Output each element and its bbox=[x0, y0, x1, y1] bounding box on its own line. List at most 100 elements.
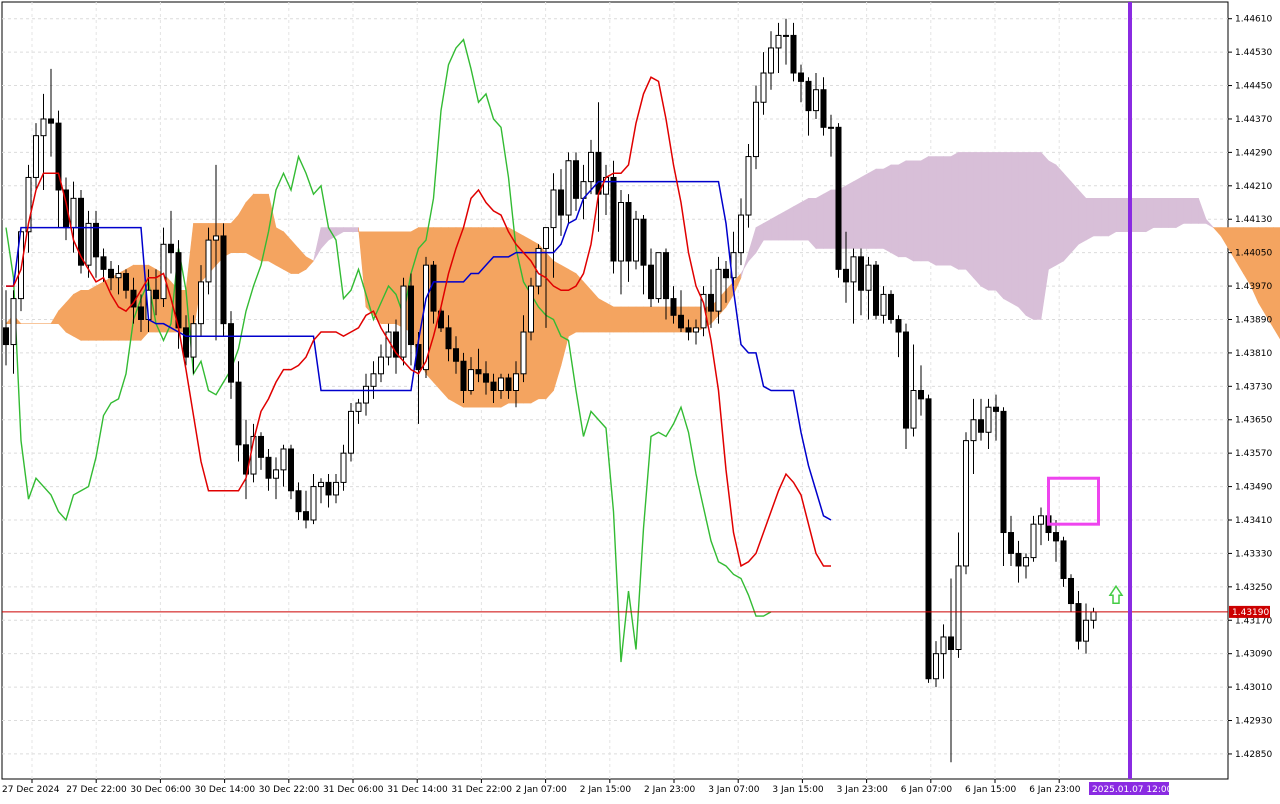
kumo-segment bbox=[921, 157, 929, 261]
candle-body-down bbox=[799, 73, 804, 81]
candle bbox=[889, 290, 894, 323]
candle-body-down bbox=[671, 299, 676, 316]
kumo-segment bbox=[1094, 198, 1102, 236]
candle-body-down bbox=[101, 257, 106, 270]
candle-body-up bbox=[964, 441, 969, 566]
candle-body-up bbox=[851, 257, 856, 282]
candle-body-up bbox=[694, 328, 699, 332]
kumo-segment bbox=[599, 299, 607, 332]
x-tick-label: 6 Jan 23:00 bbox=[1029, 785, 1081, 795]
kumo-segment bbox=[111, 274, 119, 341]
candle-body-down bbox=[649, 265, 654, 298]
candle-body-down bbox=[949, 637, 954, 650]
kumo-segment bbox=[1274, 228, 1280, 341]
x-tick-label: 27 Dec 22:00 bbox=[66, 785, 127, 795]
candle bbox=[634, 211, 639, 269]
candle-body-up bbox=[371, 374, 376, 387]
candle-body-down bbox=[461, 361, 466, 390]
candle-body-down bbox=[431, 265, 436, 311]
kumo-segment bbox=[246, 194, 254, 257]
y-tick-label: 1.42850 bbox=[1235, 750, 1272, 760]
candle-body-up bbox=[379, 357, 384, 374]
kumo-segment bbox=[74, 290, 82, 340]
candle-body-down bbox=[626, 203, 631, 261]
candle-body-down bbox=[409, 286, 414, 344]
candle-body-up bbox=[866, 265, 871, 290]
candle-body-down bbox=[266, 457, 271, 478]
kumo-segment bbox=[89, 286, 97, 340]
kumo-segment bbox=[801, 198, 809, 240]
candle bbox=[746, 144, 751, 228]
kumo-segment bbox=[1116, 198, 1124, 231]
y-tick-label: 1.43890 bbox=[1235, 315, 1272, 325]
candle-body-down bbox=[896, 319, 901, 332]
candle bbox=[529, 278, 534, 341]
candle-body-down bbox=[596, 152, 601, 194]
candle bbox=[926, 395, 931, 683]
y-tick-label: 1.43810 bbox=[1235, 349, 1272, 359]
kumo-segment bbox=[636, 307, 644, 332]
candle-body-down bbox=[574, 161, 579, 199]
kumo-segment bbox=[1011, 152, 1019, 307]
kumo-segment bbox=[771, 215, 779, 240]
kumo-segment bbox=[899, 161, 907, 257]
candle-body-down bbox=[611, 177, 616, 261]
kumo-segment bbox=[809, 198, 817, 248]
candle-body-up bbox=[589, 152, 594, 181]
candle bbox=[221, 223, 226, 336]
kumo-segment bbox=[614, 307, 622, 332]
candle-body-up bbox=[956, 566, 961, 650]
candle-body-up bbox=[529, 286, 534, 332]
candle-body-up bbox=[191, 324, 196, 357]
kumo-segment bbox=[786, 207, 794, 240]
y-tick-label: 1.43250 bbox=[1235, 583, 1272, 593]
kumo-segment bbox=[1056, 165, 1064, 265]
candle-body-up bbox=[341, 453, 346, 482]
kumo-segment bbox=[381, 232, 389, 324]
candle bbox=[836, 123, 841, 278]
candle-body-up bbox=[116, 274, 121, 278]
candle bbox=[349, 403, 354, 461]
candle-body-up bbox=[274, 470, 279, 478]
y-tick-label: 1.43090 bbox=[1235, 650, 1272, 660]
chart-canvas[interactable]: 1.428501.429301.430101.430901.431701.432… bbox=[0, 0, 1280, 800]
candle-body-down bbox=[506, 378, 511, 391]
kumo-segment bbox=[351, 228, 359, 232]
kumo-segment bbox=[951, 152, 959, 269]
candle-body-down bbox=[679, 315, 684, 328]
kumo-segment bbox=[996, 152, 1004, 298]
x-tick-label: 6 Jan 15:00 bbox=[965, 785, 1017, 795]
kumo-segment bbox=[929, 157, 937, 266]
y-tick-label: 1.44050 bbox=[1235, 249, 1272, 259]
candle-body-up bbox=[521, 332, 526, 374]
kumo-segment bbox=[621, 307, 629, 332]
candle-body-up bbox=[536, 248, 541, 286]
kumo-segment bbox=[869, 169, 877, 248]
candle-body-down bbox=[904, 332, 909, 428]
kumo-segment bbox=[846, 182, 854, 249]
kumo-segment bbox=[1071, 182, 1079, 253]
candle-body-down bbox=[446, 328, 451, 349]
candle-body-down bbox=[559, 190, 564, 215]
kumo-segment bbox=[891, 165, 899, 257]
kumo-segment bbox=[876, 169, 884, 248]
kumo-segment bbox=[1191, 198, 1199, 223]
kumo-segment bbox=[1161, 198, 1169, 227]
candle-body-up bbox=[319, 482, 324, 486]
x-tick-label: 3 Jan 23:00 bbox=[837, 785, 889, 795]
candle-body-down bbox=[124, 274, 129, 291]
candle-body-up bbox=[934, 654, 939, 679]
x-tick-label: 3 Jan 15:00 bbox=[772, 785, 824, 795]
candle-body-up bbox=[11, 299, 16, 345]
price-chart[interactable]: 1.428501.429301.430101.430901.431701.432… bbox=[0, 0, 1280, 800]
kumo-segment bbox=[344, 228, 352, 232]
candle-body-up bbox=[1039, 516, 1044, 524]
kumo-segment bbox=[254, 194, 262, 261]
candle-body-up bbox=[776, 35, 781, 48]
y-tick-label: 1.44130 bbox=[1235, 215, 1272, 225]
x-tick-label: 30 Dec 06:00 bbox=[130, 785, 191, 795]
candle-body-up bbox=[986, 407, 991, 432]
candle-body-up bbox=[34, 136, 39, 178]
x-tick-label: 6 Jan 07:00 bbox=[901, 785, 953, 795]
kumo-segment bbox=[861, 173, 869, 248]
